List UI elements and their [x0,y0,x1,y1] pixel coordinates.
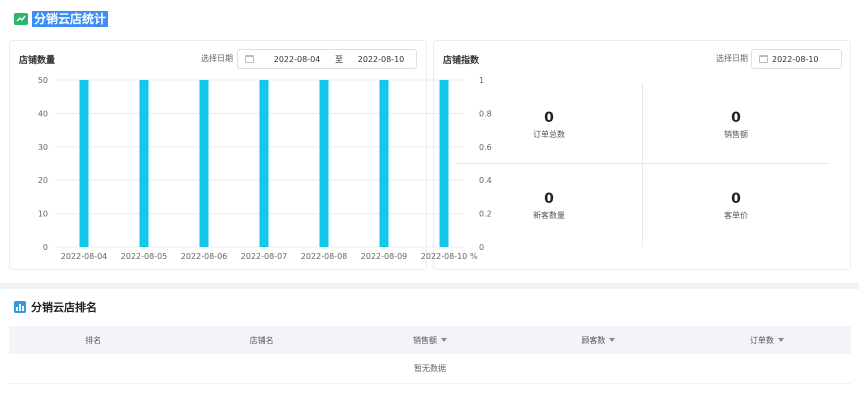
column-orders[interactable]: 订单数 [683,335,851,346]
chart-bar [259,80,269,247]
column-label: 销售额 [413,335,438,345]
column-store-name: 店铺名 [177,335,345,346]
y2-tick-label: 0.4 [479,176,492,185]
y-tick-label: 0 [43,243,48,252]
column-customers[interactable]: 顾客数 [514,335,682,346]
column-sales[interactable]: 销售额 [346,335,514,346]
x-tick-label: 2022-08-07 [241,252,288,261]
chart-bar [139,80,149,247]
chart-bar [439,80,449,247]
ranking-section: 分销云店排名 排名 店铺名 销售额 顾客数 订单数 暂无数据 [0,289,859,400]
x-tick-label: 2022-08-06 [181,252,228,261]
ranking-title: 分销云店排名 [31,301,97,314]
y-tick-label: 30 [38,143,48,152]
table-header: 排名 店铺名 销售额 顾客数 订单数 [9,326,851,354]
x-tick-label: 2022-08-05 [121,252,168,261]
x-tick-label: 2022-08-04 [61,252,108,261]
y-tick-label: 20 [38,176,48,185]
x-tick-label: 2022-08-10 [421,252,468,261]
y-tick-label: 40 [38,109,48,118]
column-label: 顾客数 [581,335,606,345]
x-tick-label: 2022-08-08 [301,252,348,261]
column-rank: 排名 [9,335,177,346]
store-count-chart: 0 10 20 30 40 50 0 0.2 0.4 0.6 0.8 1% 2022-08-04 2022… [38,76,492,261]
bar-chart-icon [14,301,26,313]
chart-bar [199,80,209,247]
sort-caret-icon[interactable] [609,338,616,342]
chart-bar [379,80,389,247]
y-tick-label: 10 [38,210,48,219]
y2-tick-label: 1 [479,76,484,85]
y2-unit-label: % [470,252,478,261]
column-label: 排名 [85,335,102,345]
y2-tick-label: 0 [479,243,484,252]
sort-caret-icon[interactable] [777,338,784,342]
y2-tick-label: 0.2 [479,210,492,219]
stats-section: 分销云店统计 店铺数量 选择日期 2022-08-04 至 2022-08-10… [0,0,859,283]
chart-bar [319,80,329,247]
chart-bar [79,80,89,247]
y2-tick-label: 0.6 [479,143,492,152]
y2-tick-label: 0.8 [479,109,492,118]
ranking-header: 分销云店排名 [14,299,97,315]
sort-caret-icon[interactable] [441,338,448,342]
column-label: 订单数 [749,335,774,345]
y-tick-label: 50 [38,76,48,85]
column-label: 店铺名 [249,335,274,345]
x-tick-label: 2022-08-09 [361,252,408,261]
empty-state: 暂无数据 [9,354,851,384]
